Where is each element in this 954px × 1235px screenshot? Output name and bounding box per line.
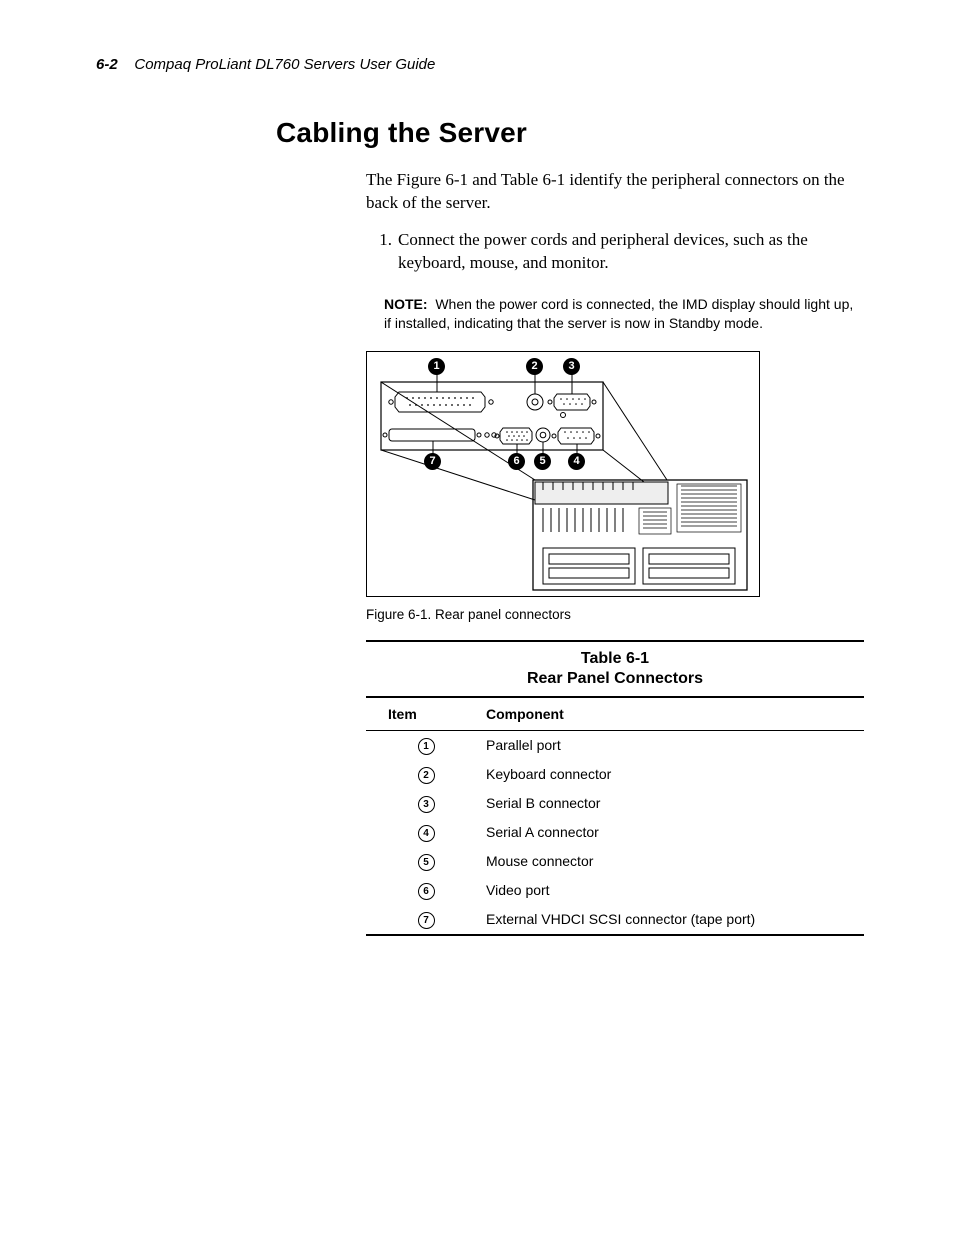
item-marker: 1	[418, 738, 435, 755]
table-row: 1 Parallel port	[366, 731, 864, 760]
callout-1: 1	[428, 358, 445, 375]
page-number: 6-2	[96, 56, 118, 73]
table-row: 7 External VHDCI SCSI connector (tape po…	[366, 905, 864, 934]
connectors-table: Item Component 1 Parallel port 2 Keyboar…	[366, 698, 864, 936]
table-title: Rear Panel Connectors	[366, 670, 864, 688]
running-header: 6-2 Compaq ProLiant DL760 Servers User G…	[96, 56, 858, 73]
table-row: 5 Mouse connector	[366, 847, 864, 876]
note-label: NOTE:	[384, 296, 428, 312]
item-marker: 2	[418, 767, 435, 784]
table-rule	[366, 640, 864, 642]
callout-4: 4	[568, 453, 585, 470]
table-row: 6 Video port	[366, 876, 864, 905]
table-row: 3 Serial B connector	[366, 789, 864, 818]
component-cell: Keyboard connector	[486, 760, 864, 789]
step-number: 1.	[366, 229, 392, 275]
callout-5: 5	[534, 453, 551, 470]
table-row: 4 Serial A connector	[366, 818, 864, 847]
note: NOTE: When the power cord is connected, …	[384, 295, 864, 333]
component-cell: Serial A connector	[486, 818, 864, 847]
note-text: When the power cord is connected, the IM…	[384, 296, 853, 331]
callout-2: 2	[526, 358, 543, 375]
item-marker: 6	[418, 883, 435, 900]
th-component: Component	[486, 698, 864, 730]
item-marker: 7	[418, 912, 435, 929]
item-marker: 3	[418, 796, 435, 813]
intro-paragraph: The Figure 6-1 and Table 6-1 identify th…	[366, 169, 864, 215]
step-1: 1. Connect the power cords and periphera…	[366, 229, 864, 275]
component-cell: External VHDCI SCSI connector (tape port…	[486, 905, 864, 934]
item-marker: 5	[418, 854, 435, 871]
callout-6: 6	[508, 453, 525, 470]
table-6-1: Table 6-1 Rear Panel Connectors Item Com…	[366, 640, 864, 936]
item-marker: 4	[418, 825, 435, 842]
component-cell: Mouse connector	[486, 847, 864, 876]
figure-caption: Figure 6-1. Rear panel connectors	[366, 607, 864, 622]
callout-3: 3	[563, 358, 580, 375]
step-text: Connect the power cords and peripheral d…	[398, 229, 864, 275]
table-row: 2 Keyboard connector	[366, 760, 864, 789]
table-rule	[366, 934, 864, 936]
section-heading: Cabling the Server	[276, 117, 858, 149]
doc-title: Compaq ProLiant DL760 Servers User Guide	[134, 56, 435, 73]
page: 6-2 Compaq ProLiant DL760 Servers User G…	[0, 0, 954, 1235]
callout-7: 7	[424, 453, 441, 470]
table-number: Table 6-1	[366, 650, 864, 668]
figure-rear-panel: 1 2 3 4 5 6 7	[366, 351, 760, 597]
body-column: The Figure 6-1 and Table 6-1 identify th…	[366, 169, 864, 936]
th-item: Item	[366, 698, 486, 730]
figure-svg	[367, 352, 759, 596]
component-cell: Parallel port	[486, 731, 864, 760]
component-cell: Video port	[486, 876, 864, 905]
component-cell: Serial B connector	[486, 789, 864, 818]
